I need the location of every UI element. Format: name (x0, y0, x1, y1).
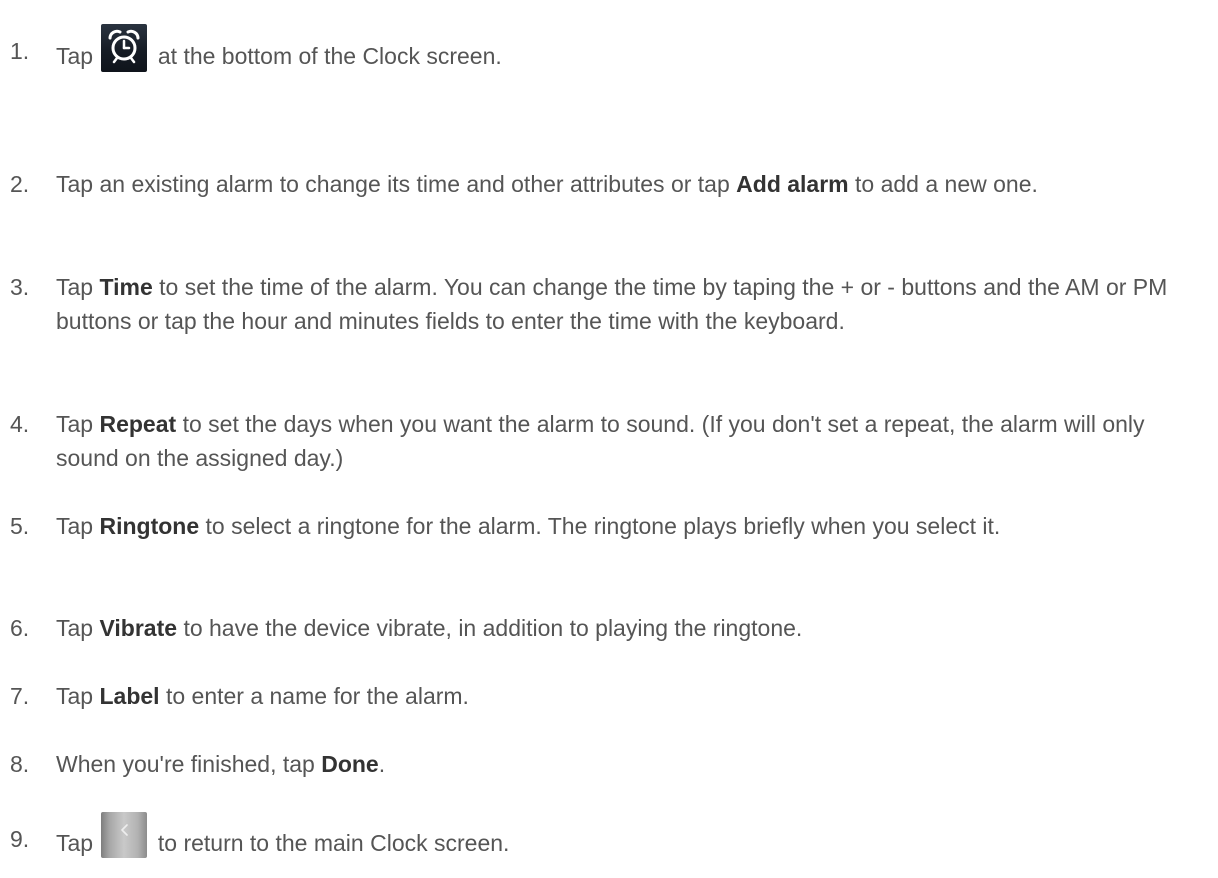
step-text: Tap to return to the main Clock screen. (56, 812, 1208, 868)
step-text-pre: Tap (56, 513, 94, 539)
step-text: Tap Label to enter a name for the alarm. (56, 679, 1208, 713)
step-number: 3. (10, 274, 30, 300)
step-text-post: to return to the main Clock screen. (157, 830, 510, 857)
step-text-pre: Tap (56, 615, 94, 641)
step-text: Tap Ringtone to select a ringtone for th… (56, 509, 1208, 543)
step-text: Tap Time to set the time of the alarm. Y… (56, 270, 1208, 338)
step-text-post: to add a new one. (855, 171, 1038, 197)
step-text: Tap at the bottom of the Clock screen. (56, 24, 1208, 82)
back-arrow-icon (101, 812, 148, 858)
step-text: When you're finished, tap Done. (56, 747, 1208, 781)
step-text-post: to have the device vibrate, in addition … (183, 615, 803, 641)
step-text-post: to set the time of the alarm. You can ch… (56, 274, 1168, 334)
step-text-pre: When you're finished, tap (56, 751, 315, 777)
step-text-post: at the bottom of the Clock screen. (157, 43, 502, 70)
step-text: Tap an existing alarm to change its time… (56, 167, 1208, 201)
step-number: 5. (10, 513, 30, 539)
step-text-post: to select a ringtone for the alarm. The … (205, 513, 1001, 539)
ui-term-ringtone: Ringtone (99, 513, 200, 539)
step-number: 2. (10, 171, 30, 197)
back-arrow-icon-graphic (121, 824, 129, 836)
step-number: 8. (10, 751, 30, 777)
ui-term-vibrate: Vibrate (99, 615, 178, 641)
step-text-pre: Tap (56, 274, 94, 300)
step-text: Tap Repeat to set the days when you want… (56, 407, 1208, 475)
step-number: 6. (10, 615, 30, 641)
step-number: 9. (10, 826, 30, 852)
alarm-clock-icon-graphic (108, 29, 140, 64)
ui-term-add-alarm: Add alarm (736, 171, 849, 197)
step-text-pre: Tap (56, 43, 94, 70)
step-text-post: to enter a name for the alarm. (165, 683, 469, 709)
step-text-pre: Tap (56, 683, 94, 709)
ui-term-repeat: Repeat (99, 411, 177, 437)
ui-term-time: Time (99, 274, 153, 300)
step-number: 1. (10, 38, 30, 64)
step-text: Tap Vibrate to have the device vibrate, … (56, 611, 1208, 645)
step-text-pre: Tap an existing alarm to change its time… (56, 171, 730, 197)
step-number: 7. (10, 683, 30, 709)
step-text-pre: Tap (56, 830, 94, 857)
ui-term-done: Done (321, 751, 379, 777)
step-text-post: . (378, 751, 386, 777)
step-number: 4. (10, 411, 30, 437)
step-text-pre: Tap (56, 411, 94, 437)
ui-term-label: Label (99, 683, 160, 709)
step-text-post: to set the days when you want the alarm … (56, 411, 1145, 471)
alarm-clock-icon (101, 24, 148, 72)
